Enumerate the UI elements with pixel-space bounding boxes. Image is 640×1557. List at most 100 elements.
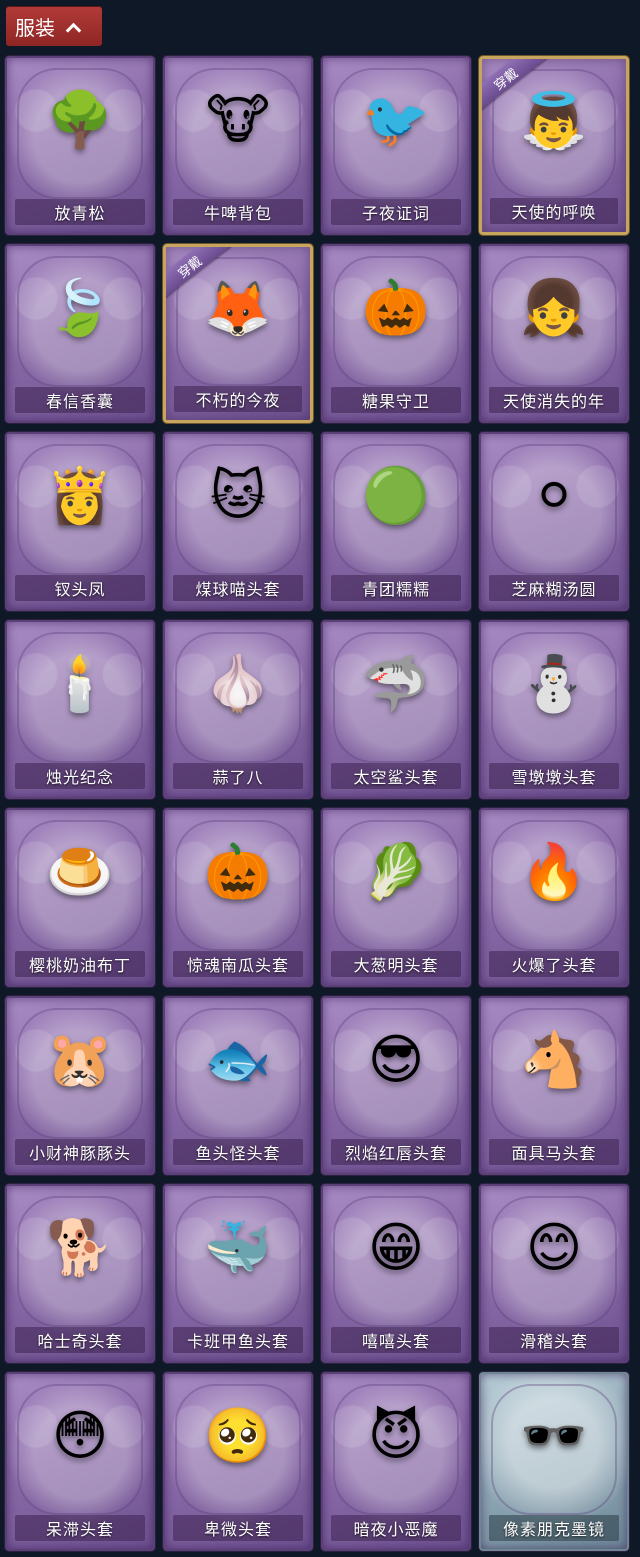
costume-card-label: 呆滞头套 <box>15 1515 145 1541</box>
costume-tab[interactable]: 服装 <box>6 6 102 46</box>
costume-card-label: 卡班甲鱼头套 <box>173 1327 303 1353</box>
costume-card-label: 天使消失的年 <box>489 387 619 413</box>
shark-head-icon: 🦈 <box>362 652 430 715</box>
costume-card-label: 青团糯糯 <box>331 575 461 601</box>
costume-card-label: 蒜了八 <box>173 763 303 789</box>
pixel-sunglasses-icon: 🕶️ <box>520 1404 588 1467</box>
costume-grid: 🌳 放青松 🐮 牛啤背包 🐦 子夜证词 穿戴 👼 天使的呼唤 🍃 春信香囊 穿戴 🦊 不朽的今夜 🎃 糖果守卫… <box>5 56 635 1551</box>
costume-card[interactable]: 🐴 面具马头套 <box>479 996 629 1175</box>
costume-card-label: 太空鲨头套 <box>331 763 461 789</box>
costume-card[interactable]: 🕶️ 像素朋克墨镜 <box>479 1372 629 1551</box>
costume-card[interactable]: 🦈 太空鲨头套 <box>321 620 471 799</box>
costume-card[interactable]: 🐕 哈士奇头套 <box>5 1184 155 1363</box>
costume-card-label: 春信香囊 <box>15 387 145 413</box>
jack-o-lantern-icon: 🎃 <box>204 840 272 903</box>
costume-card-label: 烛光纪念 <box>15 763 145 789</box>
costume-card-label: 芝麻糊汤圆 <box>489 575 619 601</box>
whale-head-icon: 🐳 <box>204 1216 272 1279</box>
costume-card[interactable]: 🥬 大葱明头套 <box>321 808 471 987</box>
pikachu-sunglasses-icon: 😎 <box>367 1028 425 1091</box>
costume-tab-label: 服装 <box>15 15 55 40</box>
costume-card[interactable]: 😁 嘻嘻头套 <box>321 1184 471 1363</box>
costume-card[interactable]: 🥺 卑微头套 <box>163 1372 313 1551</box>
costume-card[interactable]: 👧 天使消失的年 <box>479 244 629 423</box>
costume-card[interactable]: 😈 暗夜小恶魔 <box>321 1372 471 1551</box>
costume-card[interactable]: 穿戴 👼 天使的呼唤 <box>479 56 629 235</box>
costume-card[interactable]: 穿戴 🦊 不朽的今夜 <box>163 244 313 423</box>
costume-card-label: 天使的呼唤 <box>490 198 618 224</box>
plague-doctor-crow-icon: 🐦 <box>362 88 430 151</box>
costume-card[interactable]: 🐟 鱼头怪头套 <box>163 996 313 1175</box>
costume-card-label: 糖果守卫 <box>331 387 461 413</box>
costume-card-label: 樱桃奶油布丁 <box>15 951 145 977</box>
costume-card-label: 烈焰红唇头套 <box>331 1139 461 1165</box>
cherry-pudding-icon: 🍮 <box>46 840 114 903</box>
costume-card-label: 雪墩墩头套 <box>489 763 619 789</box>
costume-card-label: 煤球喵头套 <box>173 575 303 601</box>
costume-card[interactable]: 🟢 青团糯糯 <box>321 432 471 611</box>
costume-card[interactable]: 🐦 子夜证词 <box>321 56 471 235</box>
blush-emoji-head-icon: 😊 <box>525 1216 583 1279</box>
costume-card[interactable]: 🐹 小财神豚豚头 <box>5 996 155 1175</box>
costume-card-label: 面具马头套 <box>489 1139 619 1165</box>
black-cat-head-icon: 🐱 <box>209 464 267 527</box>
garlic-head-icon: 🧄 <box>204 652 272 715</box>
snowman-reindeer-icon: ⛄ <box>520 652 588 715</box>
costume-card-label: 哈士奇头套 <box>15 1327 145 1353</box>
halo-girl-icon: 👧 <box>520 276 588 339</box>
cow-beer-barrel-icon: 🐮 <box>206 88 270 151</box>
costume-card[interactable]: 🎃 惊魂南瓜头套 <box>163 808 313 987</box>
costume-card-label: 嘻嘻头套 <box>331 1327 461 1353</box>
costume-card-label: 大葱明头套 <box>331 951 461 977</box>
phoenix-crown-doll-icon: 👸 <box>46 464 114 527</box>
bonsai-pine-icon: 🌳 <box>46 88 114 151</box>
costume-card[interactable]: 🎃 糖果守卫 <box>321 244 471 423</box>
green-onion-head-icon: 🥬 <box>362 840 430 903</box>
costume-card[interactable]: 😳 呆滞头套 <box>5 1372 155 1551</box>
costume-card-label: 小财神豚豚头 <box>15 1139 145 1165</box>
costume-card-label: 火爆了头套 <box>489 951 619 977</box>
costume-card-label: 鱼头怪头套 <box>173 1139 303 1165</box>
costume-card-label: 滑稽头套 <box>489 1327 619 1353</box>
costume-card[interactable]: 🍮 樱桃奶油布丁 <box>5 808 155 987</box>
capybara-head-icon: 🐹 <box>46 1028 114 1091</box>
husky-sunglasses-icon: 🐕 <box>46 1216 114 1279</box>
costume-card[interactable]: ⚪ 芝麻糊汤圆 <box>479 432 629 611</box>
costume-card[interactable]: 😊 滑稽头套 <box>479 1184 629 1363</box>
green-dumpling-icon: 🟢 <box>362 464 430 527</box>
costume-card[interactable]: 🕯️ 烛光纪念 <box>5 620 155 799</box>
costume-card[interactable]: 🧄 蒜了八 <box>163 620 313 799</box>
costume-card[interactable]: ⛄ 雪墩墩头套 <box>479 620 629 799</box>
little-devil-icon: 😈 <box>367 1404 425 1467</box>
costume-card-label: 不朽的今夜 <box>174 386 302 412</box>
costume-card[interactable]: 😎 烈焰红唇头套 <box>321 996 471 1175</box>
pumpkin-scarecrow-icon: 🎃 <box>362 276 430 339</box>
flushed-emoji-head-icon: 😳 <box>51 1404 109 1467</box>
fire-head-icon: 🔥 <box>520 840 588 903</box>
costume-card-label: 牛啤背包 <box>173 199 303 225</box>
pink-fox-cup-icon: 🦊 <box>204 277 272 340</box>
costume-card-label: 卑微头套 <box>173 1515 303 1541</box>
costume-card[interactable]: 🐳 卡班甲鱼头套 <box>163 1184 313 1363</box>
costume-card-label: 钗头凤 <box>15 575 145 601</box>
costume-card[interactable]: 👸 钗头凤 <box>5 432 155 611</box>
chevron-up-icon[interactable] <box>65 21 81 31</box>
angel-doll-icon: 👼 <box>520 89 588 152</box>
horse-mask-icon: 🐴 <box>520 1028 588 1091</box>
costume-card[interactable]: 🌳 放青松 <box>5 56 155 235</box>
costume-card[interactable]: 🔥 火爆了头套 <box>479 808 629 987</box>
green-sachet-icon: 🍃 <box>46 276 114 339</box>
costume-card[interactable]: 🐱 煤球喵头套 <box>163 432 313 611</box>
grin-emoji-head-icon: 😁 <box>367 1216 425 1279</box>
candle-head-icon: 🕯️ <box>46 652 114 715</box>
pleading-emoji-head-icon: 🥺 <box>204 1404 272 1467</box>
costume-card-label: 子夜证词 <box>331 199 461 225</box>
costume-card-label: 放青松 <box>15 199 145 225</box>
costume-card[interactable]: 🍃 春信香囊 <box>5 244 155 423</box>
costume-card[interactable]: 🐮 牛啤背包 <box>163 56 313 235</box>
costume-card-label: 像素朋克墨镜 <box>489 1515 619 1541</box>
rice-ball-icon: ⚪ <box>531 464 577 527</box>
costume-card-label: 暗夜小恶魔 <box>331 1515 461 1541</box>
costume-card-label: 惊魂南瓜头套 <box>173 951 303 977</box>
fish-head-icon: 🐟 <box>204 1028 272 1091</box>
